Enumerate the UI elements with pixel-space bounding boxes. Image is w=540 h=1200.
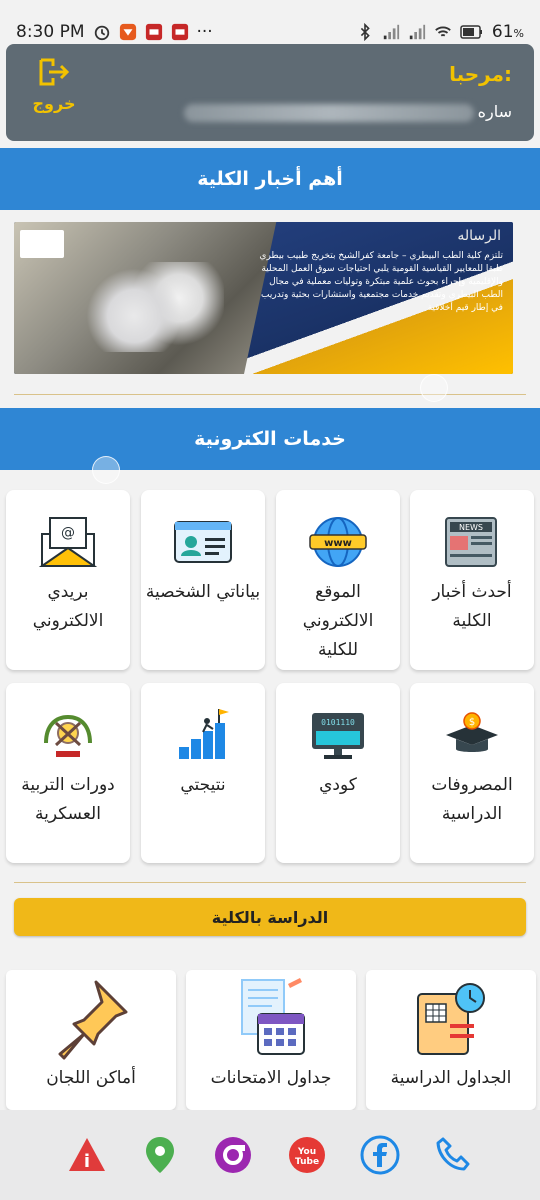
newspaper-icon: NEWS <box>445 517 497 567</box>
news-banner[interactable]: الرساله تلتزم كلية الطب البيطري – جامعة … <box>14 222 513 374</box>
globe-www-icon: www <box>309 517 367 567</box>
tile-study-schedules[interactable]: الجداول الدراسية <box>366 970 536 1110</box>
logout-button[interactable]: خروج <box>24 56 84 113</box>
graduation-cap-coin-icon: $ <box>446 712 498 752</box>
user-header-card: مرحبا: ساره خروج <box>6 44 534 141</box>
tile-college-website[interactable]: www الموقع الالكتروني للكلية <box>276 490 400 670</box>
tile-label: بياناتي الشخصية <box>145 582 261 602</box>
youtube-icon[interactable]: YouTube <box>287 1135 327 1175</box>
phone-icon[interactable] <box>433 1135 473 1175</box>
user-name-redacted <box>183 103 474 122</box>
location-icon[interactable] <box>140 1135 180 1175</box>
tile-military-courses[interactable]: دورات التربية العسكرية <box>6 683 130 863</box>
bluetooth-icon <box>360 23 370 41</box>
climbing-flag-icon <box>179 709 229 759</box>
mail-notification-icon <box>145 23 162 41</box>
exam-calendar-icon <box>241 978 305 1055</box>
user-name: ساره <box>183 102 512 122</box>
user-first-name: ساره <box>477 102 512 121</box>
news-section-header: أهم أخبار الكلية <box>0 148 540 210</box>
svg-text:@: @ <box>61 525 75 541</box>
battery-icon <box>460 25 482 39</box>
tile-label: المصروفات الدراسية <box>431 775 513 824</box>
svg-text:0101110: 0101110 <box>321 718 355 727</box>
svg-text:NEWS: NEWS <box>459 523 483 532</box>
battery-percent: 61% <box>491 22 524 42</box>
facebook-icon[interactable] <box>360 1135 400 1175</box>
music-app-icon[interactable] <box>213 1135 253 1175</box>
tile-label: الجداول الدراسية <box>390 1068 512 1088</box>
wifi-icon <box>435 26 451 37</box>
tile-my-email[interactable]: @ بريدي الالكتروني <box>6 490 130 670</box>
military-emblem-icon <box>44 714 92 757</box>
study-at-college-button[interactable]: الدراسة بالكلية <box>14 898 526 936</box>
study-at-college-label: الدراسة بالكلية <box>211 907 329 927</box>
welcome-label: مرحبا: <box>449 62 512 86</box>
tile-college-news[interactable]: NEWS أحدث أخبار الكلية <box>410 490 534 670</box>
tile-my-result[interactable]: نتيجتي <box>141 683 265 863</box>
signal-icon <box>383 24 400 40</box>
tile-label: جداول الامتحانات <box>210 1068 332 1088</box>
tile-label: أماكن اللجان <box>46 1068 136 1088</box>
e-services-section-title: خدمات الكترونية <box>194 428 346 450</box>
e-services-section-header: خدمات الكترونية <box>0 408 540 470</box>
tile-label: دورات التربية العسكرية <box>21 775 115 824</box>
study-schedule-icon <box>417 983 485 1055</box>
touch-indicator <box>420 374 448 402</box>
alarm-icon <box>94 25 109 41</box>
tile-exam-schedules[interactable]: جداول الامتحانات <box>186 970 356 1110</box>
tile-label: الموقع الالكتروني للكلية <box>302 582 374 660</box>
logout-icon <box>39 58 70 86</box>
id-card-icon <box>174 521 232 563</box>
pushpin-icon <box>58 980 128 1060</box>
tile-tuition-fees[interactable]: $ المصروفات الدراسية <box>410 683 534 863</box>
binary-monitor-icon: 0101110 <box>312 713 364 759</box>
divider <box>14 394 526 395</box>
svg-text:Tube: Tube <box>295 1157 319 1167</box>
svg-text:You: You <box>297 1147 316 1157</box>
logout-label: خروج <box>32 94 76 113</box>
divider <box>14 882 526 883</box>
banner-text: تلتزم كلية الطب البيطري – جامعة كفرالشيخ… <box>259 251 503 313</box>
more-notifications-dots: ··· <box>196 22 213 42</box>
tile-committee-locations[interactable]: أماكن اللجان <box>6 970 176 1110</box>
tile-my-code[interactable]: 0101110 كودي <box>276 683 400 863</box>
touch-indicator <box>92 456 120 484</box>
svg-text:$: $ <box>469 717 475 728</box>
svg-text:i: i <box>84 1151 90 1172</box>
svg-text:www: www <box>324 538 352 549</box>
news-section-title: أهم أخبار الكلية <box>197 168 343 190</box>
banner-heading: الرساله <box>457 228 501 244</box>
status-time: 8:30 PM <box>16 22 85 42</box>
app-notification-icon <box>119 23 136 41</box>
tile-label: أحدث أخبار الكلية <box>432 582 512 631</box>
tile-label: نتيجتي <box>180 775 226 795</box>
signal-icon-2 <box>409 24 426 40</box>
tile-label: كودي <box>319 775 357 795</box>
college-logo <box>20 230 64 258</box>
info-icon[interactable]: i <box>67 1135 107 1175</box>
email-envelope-icon: @ <box>38 517 98 567</box>
bottom-links-bar: i You Tube <box>0 1110 540 1200</box>
tile-label: بريدي الالكتروني <box>32 582 104 631</box>
mail-notification-icon-2 <box>171 23 188 41</box>
tile-personal-data[interactable]: بياناتي الشخصية <box>141 490 265 670</box>
